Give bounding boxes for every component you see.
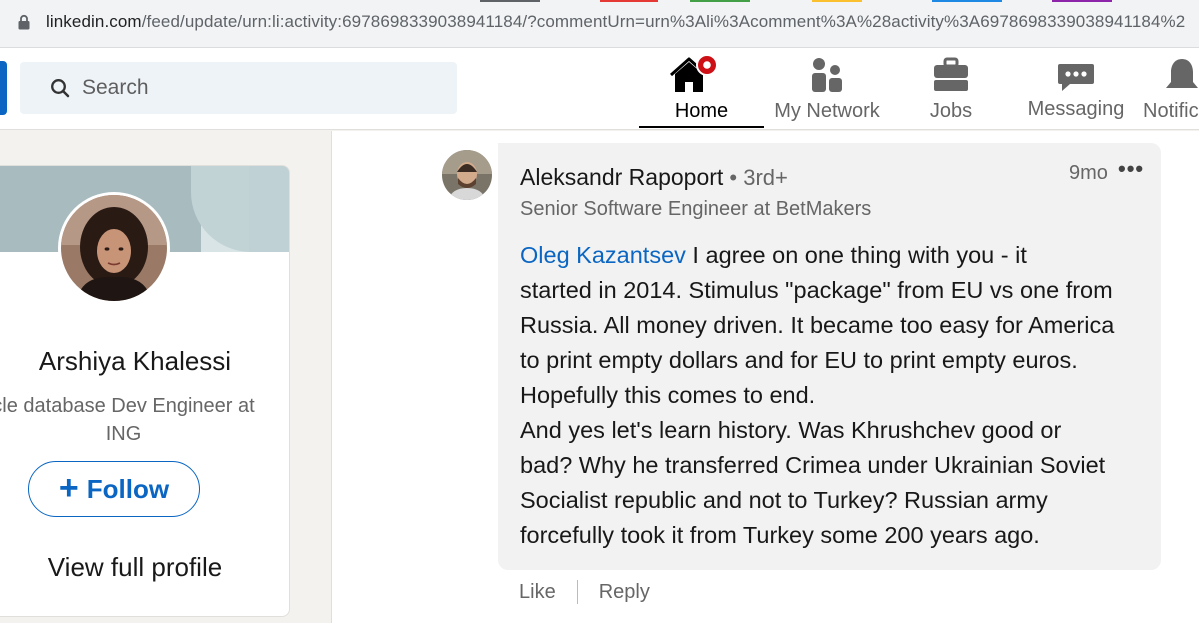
- active-tab-indicator: [639, 126, 764, 128]
- url-host: linkedin.com: [46, 12, 142, 31]
- comment-timestamp: 9mo: [1069, 162, 1108, 184]
- nav-my-network[interactable]: My Network: [766, 48, 888, 130]
- view-full-profile-link[interactable]: View full profile: [1, 552, 269, 583]
- url-field[interactable]: linkedin.com/feed/update/urn:li:activity…: [46, 12, 1185, 32]
- tab-strip-colors: [480, 0, 1112, 2]
- comment-bubble: Aleksandr Rapoport • 3rd+ 9mo ••• Senior…: [498, 143, 1161, 570]
- nav-home[interactable]: Home: [639, 48, 764, 130]
- nav-messaging[interactable]: Messaging: [1020, 48, 1132, 130]
- nav-jobs[interactable]: Jobs: [900, 48, 1002, 130]
- comment-line: Russia. All money driven. It became too …: [520, 312, 1115, 338]
- like-button[interactable]: Like: [519, 581, 556, 604]
- home-icon: [670, 54, 718, 92]
- browser-address-bar: linkedin.com/feed/update/urn:li:activity…: [0, 0, 1199, 48]
- linkedin-logo[interactable]: [0, 61, 7, 115]
- comment-line: started in 2014. Stimulus "package" from…: [520, 277, 1113, 303]
- search-input[interactable]: [82, 62, 442, 114]
- search-bar[interactable]: [20, 62, 457, 114]
- plus-icon: +: [58, 468, 79, 507]
- comment-text: Oleg Kazantsev I agree on one thing with…: [520, 238, 1150, 553]
- lock-icon[interactable]: [17, 14, 31, 30]
- url-path: /feed/update/urn:li:activity:69786983390…: [141, 12, 1186, 31]
- comment-author-headline: Senior Software Engineer at BetMakers: [520, 198, 872, 220]
- comment-line: Oleg Kazantsev I agree on one thing with…: [520, 238, 1150, 273]
- nav-messaging-label: Messaging: [1027, 98, 1125, 120]
- profile-avatar[interactable]: [58, 192, 170, 304]
- more-options-icon[interactable]: •••: [1118, 156, 1144, 182]
- nav-notifications[interactable]: Notific: [1140, 48, 1199, 130]
- comment-author[interactable]: Aleksandr Rapoport • 3rd+: [520, 164, 788, 191]
- profile-photo: [61, 195, 167, 301]
- bell-icon: [1166, 59, 1198, 88]
- nav-notifications-label: Notific: [1143, 100, 1199, 122]
- follow-label: Follow: [86, 473, 170, 504]
- top-navigation: Home My Network Jobs Messaging: [0, 48, 1199, 130]
- commenter-avatar[interactable]: [442, 150, 492, 200]
- comment-line: Hopefully this comes to end.: [520, 382, 816, 408]
- comment-line: And yes let's learn history. Was Khrushc…: [520, 417, 1062, 443]
- comment-line-text: I agree on one thing with you - it: [685, 242, 1027, 268]
- comment-author-name[interactable]: Aleksandr Rapoport: [520, 164, 723, 190]
- comment-line: to print empty dollars and for EU to pri…: [520, 347, 1078, 373]
- people-icon: [812, 58, 842, 92]
- briefcase-icon: [934, 57, 968, 91]
- nav-my-network-label: My Network: [774, 100, 880, 122]
- search-icon: [51, 79, 70, 98]
- comment-actions: Like Reply: [519, 580, 650, 604]
- mention-link[interactable]: Oleg Kazantsev: [520, 242, 686, 268]
- nav-home-label: Home: [674, 100, 729, 122]
- profile-card: Arshiya Khalessi cle database Dev Engine…: [0, 165, 290, 617]
- reply-button[interactable]: Reply: [599, 581, 650, 604]
- profile-headline: cle database Dev Engineer at ING: [0, 395, 255, 445]
- connection-degree: • 3rd+: [723, 165, 788, 190]
- profile-name[interactable]: Arshiya Khalessi: [1, 346, 269, 377]
- nav-jobs-label: Jobs: [929, 100, 973, 122]
- comment-line: Socialist republic and not to Turkey? Ru…: [520, 487, 1048, 513]
- chat-icon: [1058, 64, 1094, 91]
- comment-line: forcefully took it from Turkey some 200 …: [520, 522, 1040, 548]
- action-divider: [576, 580, 578, 604]
- comment-line: bad? Why he transferred Crimea under Ukr…: [520, 452, 1106, 478]
- follow-button[interactable]: + Follow: [28, 461, 200, 517]
